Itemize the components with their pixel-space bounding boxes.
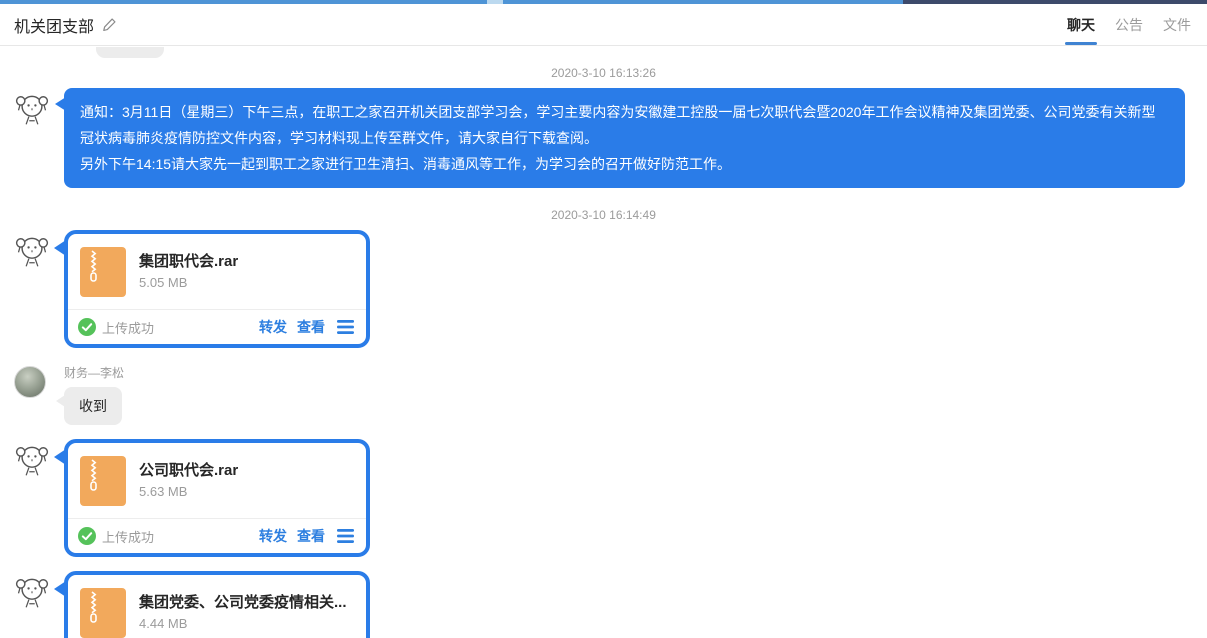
header-tabs: 聊天 公告 文件 xyxy=(1067,4,1191,45)
upload-status: 上传成功 xyxy=(102,318,154,337)
message-list[interactable]: 2020-3-10 16:13:26 通知：3月11日（星期三）下午三点，在职工… xyxy=(0,66,1207,638)
group-title: 机关团支部 xyxy=(14,13,94,37)
file-card-footer: 上传成功 转发 查看 xyxy=(68,309,366,344)
file-actions: 转发 查看 xyxy=(259,317,354,337)
upload-status: 上传成功 xyxy=(102,527,154,546)
file-size: 5.05 MB xyxy=(139,275,238,290)
check-circle-icon xyxy=(78,527,96,545)
file-message-row: 集团职代会.rar 5.05 MB 上传成功 转发 查看 xyxy=(0,230,1207,348)
tab-announcement[interactable]: 公告 xyxy=(1115,4,1143,45)
zip-archive-icon xyxy=(80,247,126,297)
sender-name: 财务—李松 xyxy=(64,364,124,381)
cartoon-avatar[interactable] xyxy=(14,232,50,270)
hamburger-menu-icon[interactable] xyxy=(337,320,354,334)
timestamp: 2020-3-10 16:13:26 xyxy=(0,66,1207,80)
pencil-icon[interactable] xyxy=(102,17,117,32)
notice-message-row: 通知：3月11日（星期三）下午三点，在职工之家召开机关团支部学习会，学习主要内容… xyxy=(0,88,1207,188)
avatar-column xyxy=(14,360,64,398)
tab-announcement-label: 公告 xyxy=(1115,15,1143,35)
cartoon-avatar[interactable] xyxy=(14,573,50,611)
timestamp: 2020-3-10 16:14:49 xyxy=(0,208,1207,222)
hamburger-menu-icon[interactable] xyxy=(337,529,354,543)
tab-chat[interactable]: 聊天 xyxy=(1067,4,1095,45)
zip-archive-icon xyxy=(80,456,126,506)
file-size: 5.63 MB xyxy=(139,484,238,499)
forward-link[interactable]: 转发 xyxy=(259,317,287,337)
file-name: 公司职代会.rar xyxy=(139,459,238,480)
reply-bubble: 收到 xyxy=(64,387,122,425)
file-card-body: 集团党委、公司党委疫情相关... 4.44 MB xyxy=(68,575,366,638)
view-link[interactable]: 查看 xyxy=(297,526,325,546)
view-link[interactable]: 查看 xyxy=(297,317,325,337)
zip-archive-icon xyxy=(80,588,126,638)
file-card-body: 公司职代会.rar 5.63 MB xyxy=(68,443,366,518)
file-actions: 转发 查看 xyxy=(259,526,354,546)
file-card[interactable]: 集团党委、公司党委疫情相关... 4.44 MB 上传成功 转发 查看 xyxy=(64,571,370,638)
file-card-footer: 上传成功 转发 查看 xyxy=(68,518,366,553)
file-card-body: 集团职代会.rar 5.05 MB xyxy=(68,234,366,309)
file-message-row: 集团党委、公司党委疫情相关... 4.44 MB 上传成功 转发 查看 xyxy=(0,571,1207,638)
file-size: 4.44 MB xyxy=(139,616,347,631)
user-photo-avatar[interactable] xyxy=(14,366,46,398)
file-info: 集团职代会.rar 5.05 MB xyxy=(139,247,238,290)
scrolled-bubble-remnant xyxy=(96,47,164,58)
notice-paragraph-2: 另外下午14:15请大家先一起到职工之家进行卫生清扫、消毒通风等工作，为学习会的… xyxy=(80,151,1169,177)
file-name: 集团党委、公司党委疫情相关... xyxy=(139,591,347,612)
cartoon-avatar[interactable] xyxy=(14,90,50,128)
tab-files[interactable]: 文件 xyxy=(1163,4,1191,45)
reply-message-row: 财务—李松 收到 xyxy=(0,360,1207,425)
chat-header: 机关团支部 聊天 公告 文件 xyxy=(0,4,1207,46)
file-info: 集团党委、公司党委疫情相关... 4.44 MB xyxy=(139,588,347,631)
tab-chat-label: 聊天 xyxy=(1067,15,1095,35)
reply-column: 财务—李松 收到 xyxy=(64,360,124,425)
forward-link[interactable]: 转发 xyxy=(259,526,287,546)
file-card[interactable]: 集团职代会.rar 5.05 MB 上传成功 转发 查看 xyxy=(64,230,370,348)
file-card[interactable]: 公司职代会.rar 5.63 MB 上传成功 转发 查看 xyxy=(64,439,370,557)
file-message-row: 公司职代会.rar 5.63 MB 上传成功 转发 查看 xyxy=(0,439,1207,557)
notice-paragraph-1: 通知：3月11日（星期三）下午三点，在职工之家召开机关团支部学习会，学习主要内容… xyxy=(80,99,1169,151)
check-circle-icon xyxy=(78,318,96,336)
tab-files-label: 文件 xyxy=(1163,15,1191,35)
cartoon-avatar[interactable] xyxy=(14,441,50,479)
file-info: 公司职代会.rar 5.63 MB xyxy=(139,456,238,499)
notice-bubble: 通知：3月11日（星期三）下午三点，在职工之家召开机关团支部学习会，学习主要内容… xyxy=(64,88,1185,188)
file-name: 集团职代会.rar xyxy=(139,250,238,271)
